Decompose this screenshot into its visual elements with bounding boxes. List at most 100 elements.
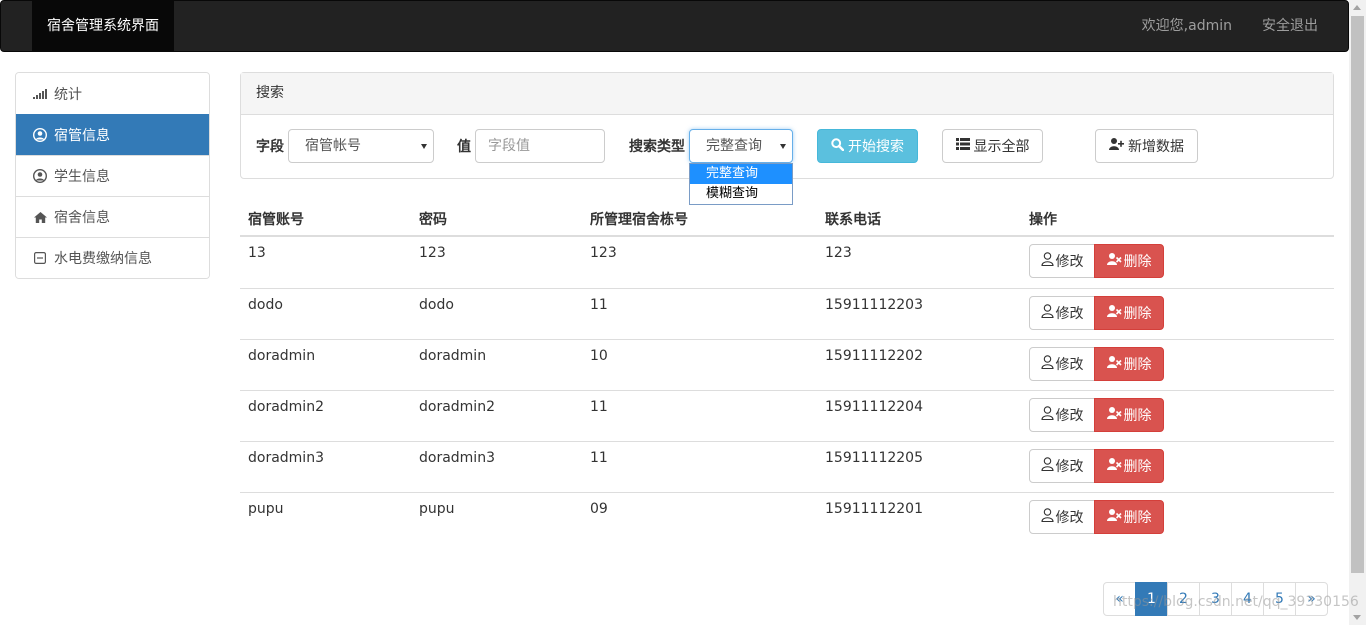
table-cell: pupu <box>248 501 284 517</box>
table-row: pupu pupu 09 15911112201 修改 删除 <box>240 492 1334 543</box>
search-type-select[interactable]: 完整查询 <box>689 129 793 163</box>
logout-link[interactable]: 安全退出 <box>1262 1 1318 52</box>
delete-button[interactable]: 删除 <box>1094 398 1164 432</box>
user-circle-icon <box>33 128 47 142</box>
delete-label: 删除 <box>1123 408 1152 424</box>
row-actions: 修改 删除 <box>1029 449 1164 483</box>
field-select[interactable]: 宿管帐号 <box>288 129 434 163</box>
edit-button[interactable]: 修改 <box>1029 296 1095 330</box>
user-remove-icon <box>1106 253 1122 269</box>
table-cell: 15911112202 <box>825 348 923 364</box>
chevron-down-icon <box>780 144 786 149</box>
table-cell: doradmin3 <box>248 450 324 466</box>
sidebar-item-stats[interactable]: 统计 <box>16 73 209 114</box>
user-remove-icon <box>1106 356 1122 372</box>
column-header: 联系电话 <box>825 212 881 228</box>
edit-button[interactable]: 修改 <box>1029 347 1095 381</box>
table-cell: 15911112201 <box>825 501 923 517</box>
search-button[interactable]: 开始搜索 <box>817 129 918 163</box>
sidebar-item-label: 宿舍信息 <box>54 210 110 226</box>
list-icon <box>955 138 970 154</box>
scroll-down-icon[interactable] <box>1353 615 1361 620</box>
table-cell: pupu <box>419 501 455 517</box>
table-cell: 123 <box>419 245 446 261</box>
edit-button[interactable]: 修改 <box>1029 449 1095 483</box>
table-cell: 13 <box>248 245 266 261</box>
sidebar-item-dorm-managers[interactable]: 宿管信息 <box>16 114 209 155</box>
user-remove-icon <box>1106 407 1122 423</box>
option-exact-search[interactable]: 完整查询 <box>690 164 792 184</box>
column-header: 宿管账号 <box>248 212 304 228</box>
table-cell: 11 <box>590 399 608 415</box>
user-edit-icon <box>1040 355 1054 373</box>
column-header: 密码 <box>419 212 447 228</box>
sidebar-item-label: 学生信息 <box>54 169 110 185</box>
show-all-button[interactable]: 显示全部 <box>942 129 1043 163</box>
edit-button[interactable]: 修改 <box>1029 244 1095 278</box>
table-cell: 15911112203 <box>825 297 923 313</box>
table-cell: 123 <box>825 245 852 261</box>
delete-button[interactable]: 删除 <box>1094 500 1164 534</box>
edit-label: 修改 <box>1055 357 1084 373</box>
sidebar-item-label: 宿管信息 <box>54 128 110 144</box>
add-data-button[interactable]: 新增数据 <box>1095 129 1198 163</box>
delete-button[interactable]: 删除 <box>1094 449 1164 483</box>
brand-title[interactable]: 宿舍管理系统界面 <box>32 1 174 52</box>
watermark: https://blog.csdn.net/qq_39330156 <box>1113 594 1359 610</box>
minus-square-icon <box>33 251 47 265</box>
top-navbar: 宿舍管理系统界面 欢迎您,admin 安全退出 <box>0 0 1349 52</box>
delete-label: 删除 <box>1123 459 1152 475</box>
show-all-label: 显示全部 <box>973 139 1030 155</box>
user-edit-icon <box>1040 252 1054 270</box>
search-icon <box>831 137 845 155</box>
edit-button[interactable]: 修改 <box>1029 500 1095 534</box>
delete-button[interactable]: 删除 <box>1094 244 1164 278</box>
row-actions: 修改 删除 <box>1029 398 1164 432</box>
table-row: 13 123 123 123 修改 删除 <box>240 237 1334 288</box>
signal-icon <box>33 87 47 101</box>
table-row: doradmin3 doradmin3 11 15911112205 修改 删除 <box>240 441 1334 492</box>
delete-label: 删除 <box>1123 254 1152 270</box>
table-cell: 10 <box>590 348 608 364</box>
table-cell: 123 <box>590 245 617 261</box>
value-input-placeholder: 字段值 <box>488 138 530 154</box>
search-type-dropdown: 完整查询 模糊查询 <box>689 163 793 205</box>
sidebar-item-label: 统计 <box>54 86 82 103</box>
table-cell: dodo <box>248 297 283 313</box>
scrollbar-thumb[interactable] <box>1351 16 1364 573</box>
table-cell: 11 <box>590 297 608 313</box>
edit-label: 修改 <box>1055 306 1084 322</box>
user-remove-icon <box>1106 305 1122 321</box>
delete-button[interactable]: 删除 <box>1094 296 1164 330</box>
sidebar: 统计 宿管信息 学生信息 宿舍信息 水电费缴纳信息 <box>15 72 210 279</box>
table-cell: 15911112205 <box>825 450 923 466</box>
vertical-scrollbar[interactable] <box>1349 0 1366 625</box>
panel-title: 搜索 <box>241 73 1333 115</box>
user-circle-icon <box>33 169 47 183</box>
table-cell: dodo <box>419 297 454 313</box>
welcome-text[interactable]: 欢迎您,admin <box>1142 1 1232 52</box>
dorm-manager-table: 宿管账号 密码 所管理宿舍栋号 联系电话 操作 13 123 123 123 修改 删除 d… <box>240 200 1334 543</box>
option-fuzzy-search[interactable]: 模糊查询 <box>690 184 792 204</box>
table-row: dodo dodo 11 15911112203 修改 删除 <box>240 288 1334 339</box>
scroll-up-icon[interactable] <box>1353 5 1361 10</box>
user-edit-icon <box>1040 508 1054 526</box>
delete-label: 删除 <box>1123 357 1152 373</box>
home-icon <box>33 210 47 224</box>
delete-label: 删除 <box>1123 510 1152 526</box>
row-actions: 修改 删除 <box>1029 347 1164 381</box>
table-cell: doradmin2 <box>248 399 324 415</box>
table-header: 宿管账号 密码 所管理宿舍栋号 联系电话 操作 <box>240 200 1334 237</box>
edit-button[interactable]: 修改 <box>1029 398 1095 432</box>
sidebar-item-utility-fees[interactable]: 水电费缴纳信息 <box>16 237 209 278</box>
search-type-value: 完整查询 <box>706 138 762 154</box>
delete-button[interactable]: 删除 <box>1094 347 1164 381</box>
sidebar-item-dorms[interactable]: 宿舍信息 <box>16 196 209 237</box>
row-actions: 修改 删除 <box>1029 500 1164 534</box>
value-input[interactable]: 字段值 <box>475 129 605 163</box>
table-cell: 15911112204 <box>825 399 923 415</box>
row-actions: 修改 删除 <box>1029 244 1164 278</box>
table-row: doradmin doradmin 10 15911112202 修改 删除 <box>240 339 1334 390</box>
sidebar-item-students[interactable]: 学生信息 <box>16 155 209 196</box>
column-header: 操作 <box>1029 212 1057 228</box>
